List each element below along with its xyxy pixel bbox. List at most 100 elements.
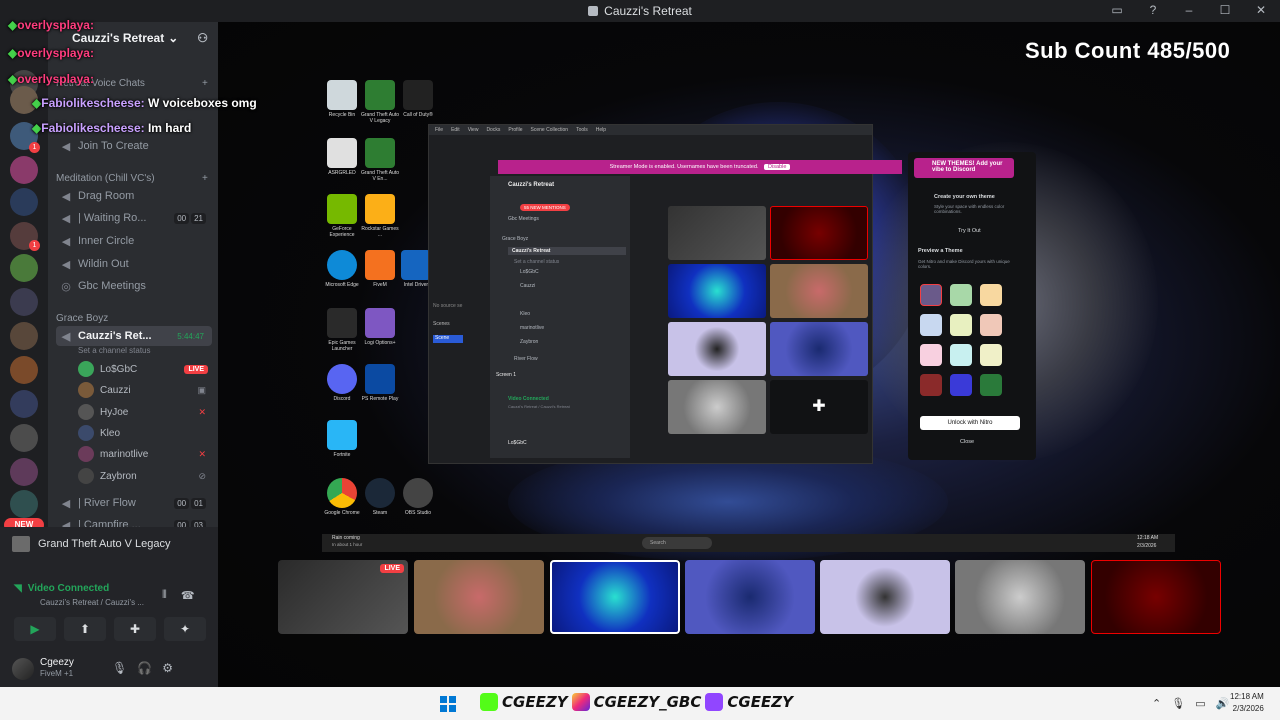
add-channel-icon[interactable]: + (202, 173, 208, 184)
desktop-icon[interactable]: Steam (360, 478, 400, 516)
volume-icon[interactable]: 🔊 (1216, 697, 1230, 710)
stream-tile[interactable] (550, 560, 680, 634)
help-icon[interactable]: ? (1146, 3, 1160, 17)
desktop-icon[interactable]: Rockstar Games ... (360, 194, 400, 238)
windows-start-icon[interactable] (440, 696, 456, 712)
username[interactable]: Cgeezy (40, 657, 74, 668)
theme-swatch[interactable] (980, 344, 1002, 366)
inbox-icon[interactable]: ▭ (1110, 3, 1124, 17)
theme-swatch[interactable] (920, 374, 942, 396)
try-it-link[interactable]: Try It Out (958, 228, 981, 234)
server-icon[interactable] (10, 390, 38, 418)
category-grace-boyz[interactable]: Grace Boyz (56, 313, 108, 324)
stream-view[interactable]: Sub Count 485/500 Recycle Bin Grand Thef… (218, 22, 1280, 687)
theme-swatch[interactable] (980, 314, 1002, 336)
channel-cauzzis-retreat[interactable]: ◀ Cauzzi's Ret... 5:44:47 (56, 326, 212, 346)
server-icon[interactable] (10, 490, 38, 518)
headphones-icon[interactable]: 🎧 (137, 661, 152, 675)
stream-tile[interactable] (955, 560, 1085, 634)
desktop-icon[interactable]: Microsoft Edge (322, 250, 362, 288)
theme-swatch[interactable] (920, 314, 942, 336)
close-button[interactable]: Close (960, 439, 974, 445)
desktop-icon[interactable]: PS Remote Play (360, 364, 400, 402)
stream-tile[interactable] (414, 560, 544, 634)
video-tile[interactable] (770, 206, 868, 260)
theme-swatch[interactable] (950, 284, 972, 306)
theme-swatch[interactable] (950, 374, 972, 396)
channel-waiting-room[interactable]: ◀ | Waiting Ro... 00 21 (56, 208, 212, 228)
desktop-icon[interactable]: Google Chrome (322, 478, 362, 516)
activity-row[interactable]: Grand Theft Auto V Legacy (12, 532, 208, 556)
activities-button[interactable]: ✚ (114, 617, 156, 641)
stream-tile[interactable] (1091, 560, 1221, 634)
stream-tile[interactable] (820, 560, 950, 634)
voice-member[interactable]: Cauzzi ▣ (78, 380, 208, 400)
disconnect-icon[interactable]: ☎ (181, 589, 195, 602)
soundboard-button[interactable]: ✦ (164, 617, 206, 641)
server-icon[interactable] (10, 424, 38, 452)
desktop-icon[interactable]: Grand Theft Auto V En... (360, 138, 400, 182)
chevron-up-icon[interactable]: ⌃ (1152, 697, 1161, 710)
desktop-icon[interactable]: Call of Duty® (398, 80, 438, 118)
theme-swatch[interactable] (950, 344, 972, 366)
settings-icon[interactable]: ⚙ (162, 661, 173, 675)
voice-member[interactable]: Zaybron ⊘ (78, 466, 208, 486)
video-tile[interactable] (668, 380, 766, 434)
add-channel-icon[interactable]: + (202, 78, 208, 89)
server-icon[interactable] (10, 322, 38, 350)
voice-member[interactable]: Kleo (78, 423, 208, 443)
microphone-icon[interactable]: 🎙 (1171, 697, 1185, 710)
theme-swatch[interactable] (950, 314, 972, 336)
server-icon[interactable] (10, 254, 38, 282)
camera-button[interactable]: ▶ (14, 617, 56, 641)
network-icon[interactable]: ▭ (1195, 697, 1205, 710)
unlock-nitro-button[interactable]: Unlock with Nitro (920, 416, 1020, 430)
video-tile[interactable] (668, 264, 766, 318)
minimize-icon[interactable]: – (1182, 3, 1196, 17)
desktop-icon[interactable]: Logi Options+ (360, 308, 400, 346)
desktop-icon[interactable]: OBS Studio (398, 478, 438, 516)
server-icon[interactable] (10, 356, 38, 384)
server-icon[interactable] (10, 288, 38, 316)
maximize-icon[interactable]: ☐ (1218, 3, 1232, 17)
microphone-icon[interactable]: 🎙 (112, 661, 127, 675)
theme-swatch[interactable] (980, 284, 1002, 306)
video-tile[interactable] (770, 322, 868, 376)
desktop-icon[interactable]: Recycle Bin (322, 80, 362, 118)
stream-tile[interactable] (685, 560, 815, 634)
channel-join-to-create[interactable]: ◀ Join To Create (56, 136, 212, 156)
desktop-icon[interactable]: FiveM (360, 250, 400, 288)
server-icon[interactable] (10, 458, 38, 486)
channel-gbc-meetings[interactable]: ◎ Gbc Meetings (56, 276, 212, 296)
server-icon[interactable] (10, 156, 38, 184)
noise-suppression-icon[interactable]: ⦀ (162, 589, 167, 602)
voice-status[interactable]: ◥ Video Connected (14, 583, 109, 594)
video-tile[interactable] (668, 322, 766, 376)
voice-member[interactable]: HyJoe ✕ (78, 402, 208, 422)
system-clock[interactable]: 12:18 AM 2/3/2026 (1230, 691, 1264, 715)
channel-wildin-out[interactable]: ◀ Wildin Out (56, 254, 212, 274)
obs-scene-item[interactable]: Scene (433, 335, 463, 343)
server-icon[interactable] (10, 188, 38, 216)
stream-tile[interactable]: LIVE (278, 560, 408, 634)
voice-member[interactable]: marinotlive ✕ (78, 444, 208, 464)
disable-button[interactable]: Disable (764, 164, 791, 170)
theme-swatch[interactable] (920, 284, 942, 306)
add-member-icon[interactable]: ⚇ (197, 31, 208, 45)
user-avatar[interactable] (12, 658, 34, 680)
voice-member[interactable]: Lo$GbC LIVE (78, 359, 208, 379)
channel-inner-circle[interactable]: ◀ Inner Circle (56, 231, 212, 251)
mentions-badge[interactable]: 55 NEW MENTIONS (520, 204, 570, 211)
desktop-icon[interactable]: GeForce Experience (322, 194, 362, 238)
desktop-icon[interactable]: Epic Games Launcher (322, 308, 362, 352)
desktop-icon[interactable]: Grand Theft Auto V Legacy (360, 80, 400, 124)
close-icon[interactable]: ✕ (1254, 3, 1268, 17)
video-tile[interactable]: ✚ (770, 380, 868, 434)
channel-drag-room[interactable]: ◀ Drag Room (56, 186, 212, 206)
inner-search[interactable]: Search (642, 537, 712, 549)
video-tile[interactable] (668, 206, 766, 260)
desktop-icon[interactable]: ASRGRLED (322, 138, 362, 176)
theme-swatch[interactable] (980, 374, 1002, 396)
desktop-icon[interactable]: Fortnite (322, 420, 362, 458)
screen-share-button[interactable]: ⬆ (64, 617, 106, 641)
